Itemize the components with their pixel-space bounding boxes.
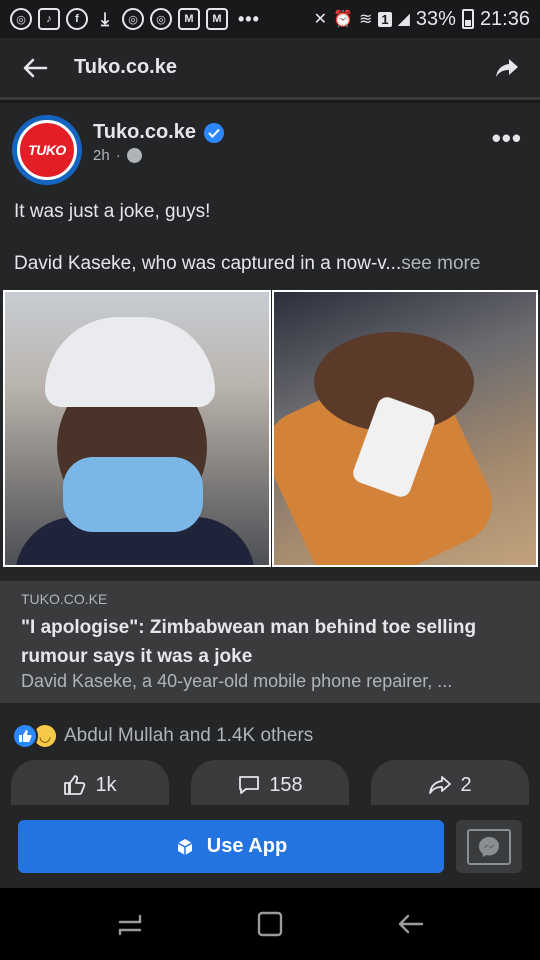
clock: 21:36 bbox=[479, 7, 530, 30]
home-button[interactable] bbox=[250, 904, 290, 944]
cube-icon bbox=[177, 838, 193, 855]
messenger-icon bbox=[479, 836, 499, 857]
post-card: TUKO Tuko.co.ke 2h · ••• It was just a j… bbox=[0, 103, 540, 810]
chrome-icon: ◎ bbox=[122, 8, 144, 30]
use-app-button[interactable]: Use App bbox=[18, 820, 444, 873]
reactions-summary[interactable]: ◡ Abdul Mullah and 1.4K others bbox=[12, 723, 313, 749]
tuko-logo: TUKO bbox=[17, 120, 77, 180]
comment-count: 158 bbox=[269, 773, 303, 796]
author-name: Tuko.co.ke bbox=[93, 121, 196, 143]
link-title: "I apologise": Zimbabwean man behind toe… bbox=[21, 617, 477, 667]
more-options-button[interactable]: ••• bbox=[492, 125, 522, 151]
facebook-icon: f bbox=[66, 8, 88, 30]
chrome-icon: ◎ bbox=[10, 8, 32, 30]
face-mask-shape bbox=[63, 457, 203, 532]
link-description: David Kaseke, a 40-year-old mobile phone… bbox=[21, 671, 453, 691]
system-back-button[interactable] bbox=[390, 904, 430, 944]
system-icons: ✕ ⏰ ≋ 1 ◢ 33% 21:36 bbox=[314, 8, 530, 31]
like-button[interactable]: 1k bbox=[11, 760, 169, 810]
notification-icons: ◎ ♪ f ⤓ ◎ ◎ M M ••• bbox=[10, 8, 260, 30]
link-domain: TUKO.CO.KE bbox=[21, 591, 108, 607]
messenger-frame bbox=[467, 828, 511, 865]
recents-icon bbox=[118, 914, 142, 936]
comment-button[interactable]: 158 bbox=[191, 760, 349, 810]
gmail-icon: M bbox=[206, 8, 228, 30]
mute-icon: ✕ bbox=[313, 11, 328, 28]
meta-separator: · bbox=[115, 147, 121, 164]
share-count: 2 bbox=[460, 773, 472, 796]
post-text-line2: David Kaseke, who was captured in a now-… bbox=[14, 253, 480, 275]
battery-icon bbox=[461, 9, 474, 29]
more-notifications-icon: ••• bbox=[238, 8, 260, 29]
page-title: Tuko.co.ke bbox=[74, 56, 177, 78]
top-bar: Tuko.co.ke bbox=[0, 38, 540, 100]
share-arrow-icon bbox=[429, 776, 452, 794]
signal-icon: ◢ bbox=[397, 11, 410, 28]
like-count: 1k bbox=[95, 773, 117, 796]
wifi-icon: ≋ bbox=[358, 11, 373, 28]
post-image-foot[interactable] bbox=[272, 290, 538, 567]
avatar[interactable]: TUKO bbox=[12, 115, 82, 185]
see-more-link[interactable]: see more bbox=[401, 253, 480, 274]
back-button[interactable] bbox=[18, 51, 52, 85]
arrow-left-icon bbox=[23, 58, 48, 77]
like-reaction-icon bbox=[12, 723, 38, 749]
alarm-icon: ⏰ bbox=[333, 11, 353, 28]
post-author[interactable]: Tuko.co.ke bbox=[93, 121, 224, 144]
use-app-label: Use App bbox=[206, 835, 288, 857]
messenger-button[interactable] bbox=[456, 820, 522, 873]
home-square-icon bbox=[257, 911, 283, 937]
gmail-icon: M bbox=[178, 8, 200, 30]
verified-badge-icon bbox=[204, 122, 224, 143]
comment-bubble-icon bbox=[239, 776, 260, 794]
tiktok-icon: ♪ bbox=[38, 8, 60, 30]
globe-icon bbox=[126, 148, 142, 163]
cap-shape bbox=[45, 317, 215, 407]
recents-button[interactable] bbox=[110, 904, 150, 944]
post-meta: 2h · bbox=[93, 147, 142, 164]
post-time[interactable]: 2h bbox=[93, 147, 110, 164]
thumbs-up-icon bbox=[64, 775, 86, 795]
system-navigation-bar bbox=[0, 888, 540, 960]
share-post-button[interactable]: 2 bbox=[371, 760, 529, 810]
reactions-text: Abdul Mullah and 1.4K others bbox=[64, 725, 314, 746]
post-excerpt: David Kaseke, who was captured in a now-… bbox=[14, 253, 402, 274]
post-text-line1: It was just a joke, guys! bbox=[14, 201, 211, 222]
app-prompt-bar: Use App bbox=[0, 805, 540, 888]
chrome-icon: ◎ bbox=[150, 8, 172, 30]
back-arrow-icon bbox=[398, 914, 424, 934]
download-icon: ⤓ bbox=[101, 8, 109, 29]
share-arrow-icon bbox=[496, 58, 518, 77]
share-button[interactable] bbox=[492, 53, 522, 83]
post-image-man[interactable] bbox=[3, 290, 271, 567]
battery-percent: 33% bbox=[415, 7, 456, 30]
status-bar: ◎ ♪ f ⤓ ◎ ◎ M M ••• ✕ ⏰ ≋ 1 ◢ 33% 21:36 bbox=[0, 0, 540, 38]
link-preview[interactable]: TUKO.CO.KE "I apologise": Zimbabwean man… bbox=[0, 581, 540, 703]
sim-badge: 1 bbox=[378, 11, 392, 27]
